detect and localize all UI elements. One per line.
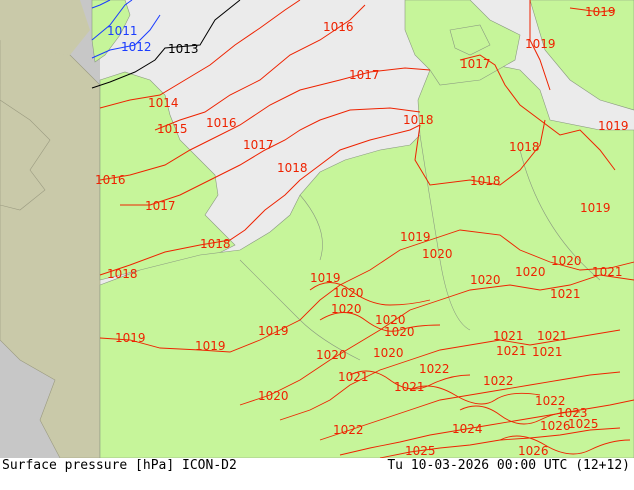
label-1026-a: 1026 — [540, 419, 571, 433]
label-1021-g: 1021 — [338, 370, 369, 384]
label-1025-a: 1025 — [568, 417, 599, 431]
label-1022-d: 1022 — [333, 423, 364, 437]
label-1020-k: 1020 — [551, 254, 582, 268]
label-1019-b: 1019 — [580, 201, 611, 215]
label-1020-c: 1020 — [331, 302, 362, 316]
label-1018-g: 1019 — [525, 37, 556, 51]
label-1013: 1013 — [168, 42, 199, 56]
label-1020-f: 1020 — [316, 348, 347, 362]
label-1018-f: 1018 — [470, 174, 501, 188]
label-1021-e: 1021 — [496, 344, 527, 358]
label-1019-e: 1019 — [258, 324, 289, 338]
label-1020-g: 1020 — [373, 346, 404, 360]
label-1019-a: 1019 — [598, 119, 629, 133]
footer-bar: Surface pressure [hPa] ICON-D2 Tu 10-03-… — [0, 458, 634, 490]
label-1021-h: 1021 — [394, 380, 425, 394]
map-canvas: 1011 1012 1013 1014 1015 1016 1016 1016 … — [0, 0, 634, 459]
label-1021-c: 1021 — [493, 329, 524, 343]
label-1018-d: 1018 — [107, 267, 138, 281]
label-1025-b: 1025 — [405, 444, 436, 458]
label-1020-a: 1020 — [422, 247, 453, 261]
label-1016-c: 1016 — [95, 173, 126, 187]
label-1018-c: 1018 — [200, 237, 231, 251]
label-1019-g: 1019 — [195, 339, 226, 353]
product-title: Surface pressure [hPa] ICON-D2 — [2, 458, 237, 473]
label-1026-b: 1026 — [518, 444, 549, 458]
label-1017-d: 1017 — [460, 57, 491, 71]
label-1017-c: 1017 — [145, 199, 176, 213]
label-1020-e: 1020 — [384, 325, 415, 339]
label-1019-n1: 1019 — [585, 5, 616, 19]
label-1020-h: 1020 — [258, 389, 289, 403]
label-1017-a: 1017 — [349, 68, 380, 82]
label-1022-a: 1022 — [419, 362, 450, 376]
label-1021-b: 1021 — [550, 287, 581, 301]
label-1019-f: 1019 — [115, 331, 146, 345]
label-1018-b: 1018 — [277, 161, 308, 175]
label-1019-c: 1019 — [400, 230, 431, 244]
label-1020-j: 1020 — [515, 265, 546, 279]
label-1014: 1014 — [148, 96, 179, 110]
label-1018-a: 1018 — [403, 113, 434, 127]
valid-time: Tu 10-03-2026 00:00 UTC (12+12) — [387, 458, 630, 473]
label-1022-b: 1022 — [483, 374, 514, 388]
label-1018-e: 1018 — [509, 140, 540, 154]
label-1019-d: 1019 — [310, 271, 341, 285]
label-1021-a: 1021 — [592, 265, 623, 279]
label-1020-i: 1020 — [470, 273, 501, 287]
label-1016-b: 1016 — [206, 116, 237, 130]
label-1015: 1015 — [157, 122, 188, 136]
pressure-map: 1011 1012 1013 1014 1015 1016 1016 1016 … — [0, 0, 634, 459]
label-1020-b: 1020 — [333, 286, 364, 300]
label-1021-d: 1021 — [537, 329, 568, 343]
label-1012: 1012 — [121, 40, 152, 54]
label-1017-b: 1017 — [243, 138, 274, 152]
label-1011: 1011 — [107, 24, 138, 38]
label-1021-f: 1021 — [532, 345, 563, 359]
label-1016-a: 1016 — [323, 20, 354, 34]
label-1024: 1024 — [452, 422, 483, 436]
